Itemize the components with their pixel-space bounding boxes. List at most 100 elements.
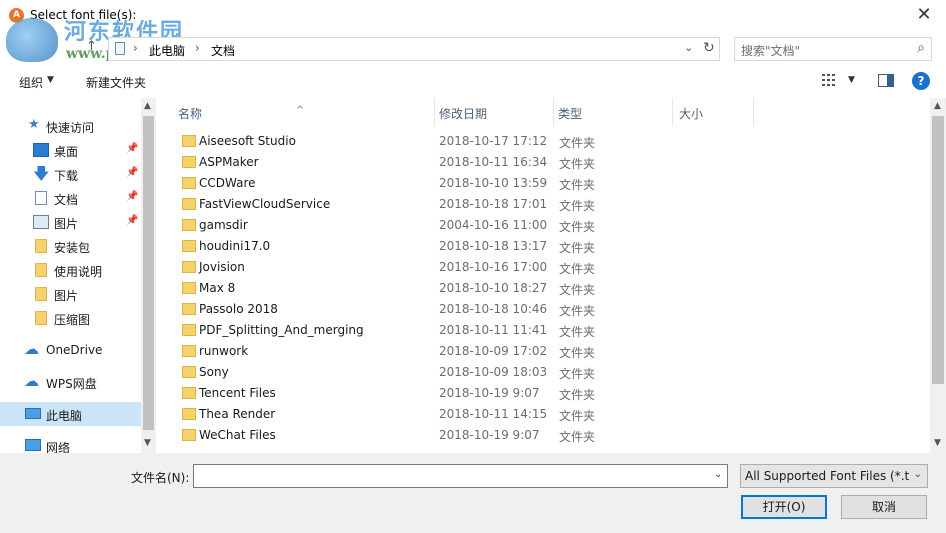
file-row[interactable]: Aiseesoft Studio 2018-10-17 17:12 文件夹: [158, 131, 930, 152]
sidebar-item-quick-access[interactable]: ★ 快速访问: [0, 114, 141, 138]
file-row[interactable]: Passolo 2018 2018-10-18 10:46 文件夹: [158, 299, 930, 320]
breadcrumb-item[interactable]: 文档: [211, 42, 235, 59]
sidebar-item-folder[interactable]: 图片: [0, 282, 141, 306]
window-title: Select font file(s):: [30, 8, 137, 22]
file-row[interactable]: gamsdir 2004-10-16 11:00 文件夹: [158, 215, 930, 236]
scrollbar-thumb[interactable]: [932, 116, 944, 384]
open-button[interactable]: 打开(O): [741, 495, 827, 519]
file-name: Sony: [199, 365, 229, 379]
file-row[interactable]: CCDWare 2018-10-10 13:59 文件夹: [158, 173, 930, 194]
sidebar-item-folder[interactable]: 压缩图: [0, 306, 141, 330]
file-row[interactable]: FastViewCloudService 2018-10-18 17:01 文件夹: [158, 194, 930, 215]
sidebar-item-folder[interactable]: 使用说明: [0, 258, 141, 282]
file-row[interactable]: WeChat Files 2018-10-19 9:07 文件夹: [158, 425, 930, 446]
folder-icon: [35, 263, 47, 277]
file-row[interactable]: Tencent Files 2018-10-19 9:07 文件夹: [158, 383, 930, 404]
navigation-pane-scrollbar[interactable]: ▲ ▼: [141, 98, 156, 453]
file-row[interactable]: ASPMaker 2018-10-11 16:34 文件夹: [158, 152, 930, 173]
column-header-label: 修改日期: [439, 107, 488, 121]
organize-menu[interactable]: 组织: [19, 74, 43, 91]
scroll-up-icon[interactable]: ▲: [934, 101, 941, 111]
search-icon[interactable]: ⌕: [917, 40, 925, 56]
sidebar-item-label: 使用说明: [54, 265, 103, 279]
pin-icon: 📌: [126, 191, 139, 202]
file-type: 文件夹: [559, 157, 596, 171]
file-type-filter[interactable]: All Supported Font Files (*.ttf ⌄: [740, 464, 928, 488]
search-box[interactable]: 搜索"文档" ⌕: [734, 37, 932, 61]
file-name: PDF_Splitting_And_merging: [199, 323, 364, 337]
sidebar-item-label: 安装包: [54, 241, 91, 255]
sidebar-item-onedrive[interactable]: ☁ OneDrive: [0, 338, 141, 362]
cloud-icon: ☁: [24, 340, 39, 358]
search-placeholder: 搜索"文档": [741, 44, 801, 58]
sidebar-item-label: 图片: [54, 217, 79, 231]
folder-icon: [182, 387, 196, 399]
folder-icon: [182, 219, 196, 231]
sidebar-item-pictures[interactable]: 图片 📌: [0, 210, 141, 234]
sidebar-item-folder[interactable]: 安装包: [0, 234, 141, 258]
close-button[interactable]: ✕: [910, 4, 938, 28]
folder-icon: [182, 345, 196, 357]
scrollbar-thumb[interactable]: [143, 116, 154, 430]
up-button[interactable]: ↑: [86, 39, 97, 54]
file-date: 2018-10-18 17:01: [439, 197, 548, 211]
file-type: 文件夹: [559, 430, 596, 444]
refresh-icon[interactable]: ↻: [703, 40, 715, 56]
file-type: 文件夹: [559, 304, 596, 318]
address-history-dropdown-icon[interactable]: ⌄: [684, 41, 693, 54]
sidebar-item-documents[interactable]: 文档 📌: [0, 186, 141, 210]
chevron-down-icon[interactable]: ⌄: [914, 469, 922, 480]
file-type: 文件夹: [559, 409, 596, 423]
cancel-button[interactable]: 取消: [841, 495, 927, 519]
file-date: 2018-10-17 17:12: [439, 134, 548, 148]
file-row[interactable]: Max 8 2018-10-10 18:27 文件夹: [158, 278, 930, 299]
sidebar-item-downloads[interactable]: 🡇 下载 📌: [0, 162, 141, 186]
filename-input[interactable]: [193, 464, 728, 488]
breadcrumb-separator-icon[interactable]: ›: [133, 41, 138, 55]
file-row[interactable]: Jovision 2018-10-16 17:00 文件夹: [158, 257, 930, 278]
folder-icon: [182, 198, 196, 210]
column-header-type[interactable]: 类型: [554, 98, 672, 126]
file-list-scrollbar[interactable]: ▲ ▼: [930, 98, 946, 453]
sidebar-item-this-pc[interactable]: 此电脑: [0, 402, 141, 426]
sidebar-item-desktop[interactable]: 桌面 📌: [0, 138, 141, 162]
help-icon[interactable]: ?: [912, 72, 930, 90]
scroll-down-icon[interactable]: ▼: [144, 438, 151, 448]
computer-icon: [25, 408, 41, 419]
file-row[interactable]: PDF_Splitting_And_merging 2018-10-11 11:4…: [158, 320, 930, 341]
folder-icon: [182, 240, 196, 252]
column-header-size[interactable]: 大小: [673, 98, 753, 126]
view-options-icon[interactable]: [822, 73, 838, 87]
file-type: 文件夹: [559, 241, 596, 255]
file-row[interactable]: Thea Render 2018-10-11 14:15 文件夹: [158, 404, 930, 425]
sidebar-item-network[interactable]: 网络: [0, 434, 141, 453]
column-header-date[interactable]: 修改日期: [435, 98, 553, 126]
view-dropdown-icon[interactable]: ▼: [848, 75, 855, 85]
column-divider[interactable]: [753, 98, 754, 126]
folder-icon: [182, 261, 196, 273]
scroll-up-icon[interactable]: ▲: [144, 101, 151, 111]
folder-icon: [182, 324, 196, 336]
file-row[interactable]: houdini17.0 2018-10-18 13:17 文件夹: [158, 236, 930, 257]
breadcrumb-separator-icon[interactable]: ›: [195, 41, 200, 55]
scroll-down-icon[interactable]: ▼: [934, 438, 941, 448]
file-name: Aiseesoft Studio: [199, 134, 296, 148]
file-row[interactable]: runwork 2018-10-09 17:02 文件夹: [158, 341, 930, 362]
folder-icon: [182, 408, 196, 420]
new-folder-button[interactable]: 新建文件夹: [86, 74, 146, 91]
file-date: 2018-10-11 11:41: [439, 323, 548, 337]
file-date: 2018-10-11 16:34: [439, 155, 548, 169]
address-bar[interactable]: › 此电脑 › 文档 ⌄ ↻: [108, 37, 720, 61]
preview-pane-icon[interactable]: [878, 74, 894, 87]
breadcrumb-item[interactable]: 此电脑: [149, 42, 185, 59]
file-date: 2018-10-19 9:07: [439, 386, 540, 400]
file-row[interactable]: Sony 2018-10-09 18:03 文件夹: [158, 362, 930, 383]
file-type: 文件夹: [559, 199, 596, 213]
sidebar-item-wps-drive[interactable]: ☁ WPS网盘: [0, 370, 141, 394]
organize-dropdown-icon[interactable]: ▼: [47, 75, 54, 85]
folder-icon: [182, 303, 196, 315]
file-type: 文件夹: [559, 388, 596, 402]
sidebar-item-label: 快速访问: [46, 121, 95, 135]
column-header-name[interactable]: 名称 ^: [158, 98, 434, 126]
pin-icon: 📌: [126, 215, 139, 226]
